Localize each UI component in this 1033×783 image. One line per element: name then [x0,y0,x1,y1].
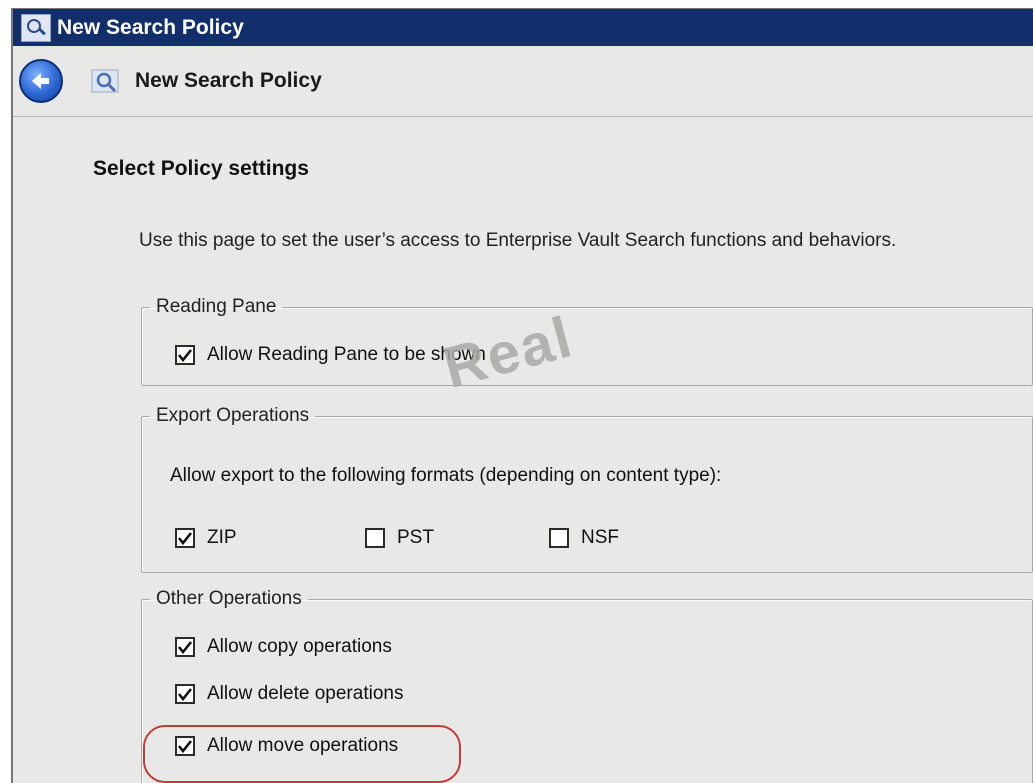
reading-pane-group: Reading Pane [141,296,1033,386]
allow-reading-pane-checkbox[interactable] [175,345,195,365]
dialog-window: New Search Policy New Search Policy Sele… [11,8,1033,783]
allow-copy-checkbox[interactable] [175,637,195,657]
highlight-annotation [143,725,461,783]
pst-label: PST [397,527,434,548]
allow-copy-checkbox-row[interactable]: Allow copy operations [175,636,392,658]
export-description: Allow export to the following formats (d… [170,465,722,486]
other-operations-legend: Other Operations [156,588,302,609]
allow-delete-checkbox[interactable] [175,684,195,704]
search-policy-icon [91,69,119,93]
zip-label: ZIP [207,527,237,548]
reading-pane-legend: Reading Pane [156,296,277,317]
allow-copy-label: Allow copy operations [207,636,392,657]
page-intro: Use this page to set the user’s access t… [139,230,897,251]
export-operations-legend: Export Operations [156,405,310,426]
checkmark-icon [177,688,193,702]
title-bar: New Search Policy [13,9,1033,46]
allow-delete-label: Allow delete operations [207,683,404,704]
window-title: New Search Policy [57,15,244,39]
back-arrow-icon [32,73,49,89]
checkmark-icon [177,532,193,546]
checkmark-icon [177,349,193,363]
page-heading: Select Policy settings [93,157,309,180]
nav-title: New Search Policy [135,69,322,92]
pst-checkbox[interactable] [365,528,385,548]
zip-checkbox[interactable] [175,528,195,548]
checkmark-icon [177,641,193,655]
nsf-checkbox[interactable] [549,528,569,548]
nsf-label: NSF [581,527,619,548]
export-zip-checkbox-row[interactable]: ZIP [175,527,237,549]
export-pst-checkbox-row[interactable]: PST [365,527,434,549]
navigation-bar: New Search Policy [13,46,1033,117]
allow-delete-checkbox-row[interactable]: Allow delete operations [175,683,403,705]
search-policy-icon [21,13,51,42]
export-nsf-checkbox-row[interactable]: NSF [549,527,619,549]
back-button[interactable] [19,59,63,103]
